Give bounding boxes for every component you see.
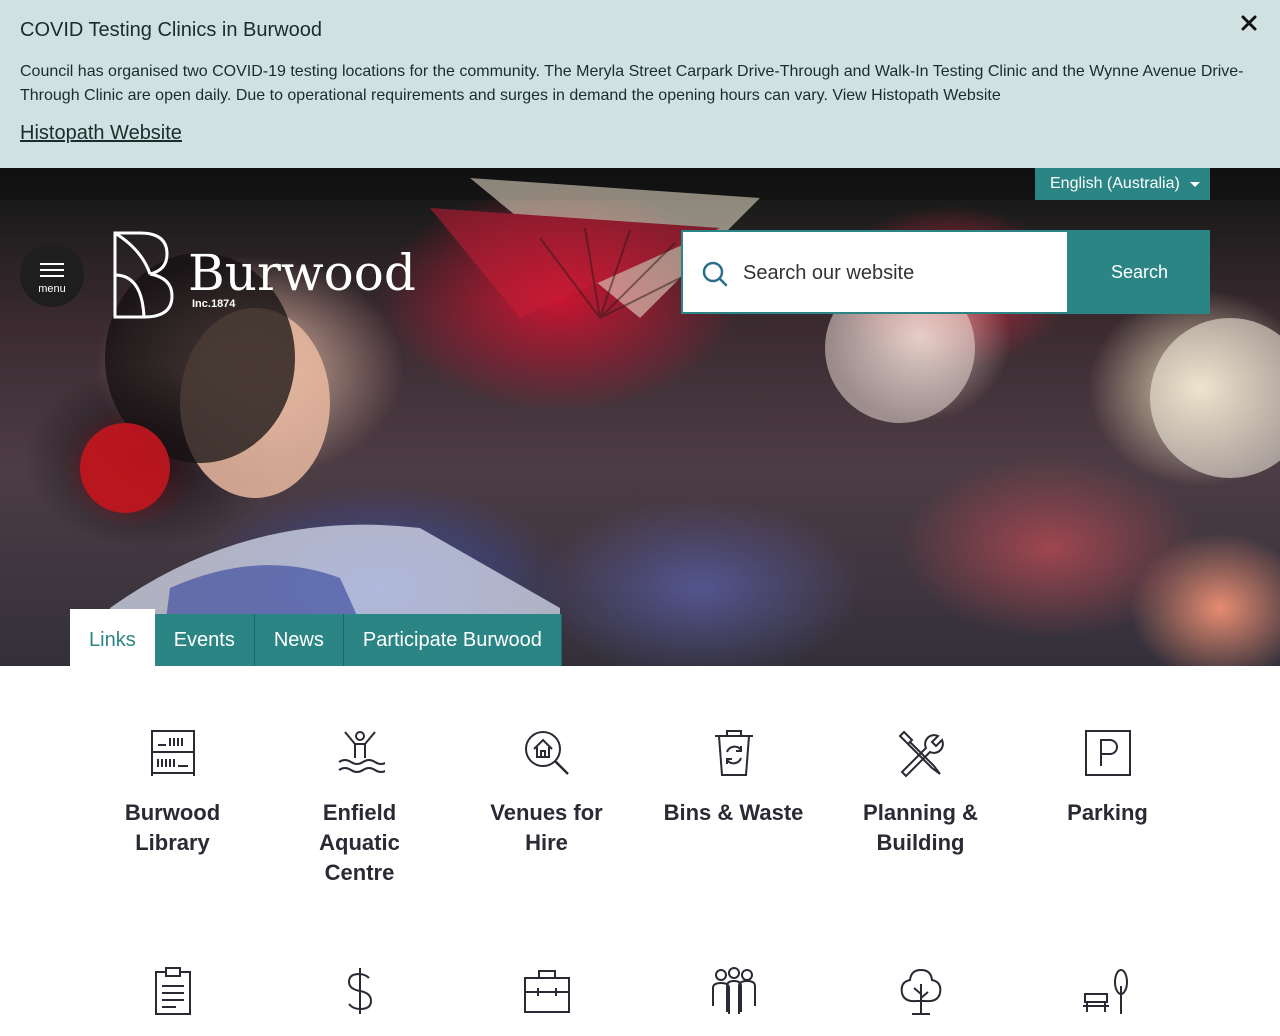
content-tabs: Links Events News Participate Burwood	[70, 609, 562, 666]
quick-link-label: Bins & Waste	[663, 800, 804, 825]
burwood-logo[interactable]: Burwood Inc.1874	[112, 230, 416, 320]
logo-incorporation: Inc.1874	[192, 298, 236, 310]
language-select[interactable]: English (Australia)	[1035, 168, 1210, 200]
search-button[interactable]: Search	[1069, 230, 1210, 314]
alert-body: Council has organised two COVID-19 testi…	[20, 63, 1244, 104]
histopath-website-link[interactable]: Histopath Website	[20, 122, 182, 145]
quick-link-enfield-aquatic-centre[interactable]: Enfield Aquatic Centre	[266, 728, 453, 888]
quick-link-parking[interactable]: Parking	[1014, 728, 1201, 828]
tab-links[interactable]: Links	[70, 609, 155, 666]
community-icon	[711, 967, 756, 1014]
tab-events[interactable]: Events	[154, 614, 255, 666]
tab-participate-burwood[interactable]: Participate Burwood	[343, 614, 562, 666]
clipboard-icon	[154, 967, 191, 1015]
park-bench-icon	[1082, 969, 1128, 1014]
hamburger-icon	[40, 263, 64, 265]
quick-link-label: Planning & Building	[863, 800, 978, 855]
quick-link-payments[interactable]	[266, 966, 453, 1036]
quick-link-label: Venues for Hire	[490, 800, 603, 855]
dollar-icon	[347, 968, 372, 1014]
hero-banner: English (Australia) menu Burwood Inc.187…	[0, 168, 1280, 666]
quick-link-label: Enfield Aquatic Centre	[319, 800, 400, 885]
quick-link-venues-for-hire[interactable]: Venues for Hire	[453, 728, 640, 858]
language-select-value: English (Australia)	[1050, 175, 1180, 192]
alert-title: COVID Testing Clinics in Burwood	[20, 19, 322, 41]
menu-label: menu	[38, 283, 66, 295]
recycle-bin-icon	[714, 730, 753, 776]
quick-link-community[interactable]	[640, 966, 827, 1036]
covid-alert-banner: COVID Testing Clinics in Burwood Council…	[0, 0, 1280, 168]
menu-button[interactable]: menu	[20, 243, 84, 307]
quick-link-planning-building[interactable]: Planning & Building	[827, 728, 1014, 858]
quick-link-business[interactable]	[453, 966, 640, 1036]
tree-icon	[900, 968, 941, 1015]
search-icon	[702, 261, 728, 287]
quick-link-clipboard[interactable]	[79, 966, 266, 1036]
search-input[interactable]	[743, 254, 1061, 292]
quick-link-parks[interactable]	[1014, 966, 1201, 1036]
close-icon[interactable]	[1238, 12, 1260, 34]
logo-wordmark: Burwood	[188, 244, 416, 302]
briefcase-icon	[523, 970, 570, 1013]
quick-link-label: Burwood Library	[124, 800, 221, 855]
search-box	[681, 230, 1069, 314]
library-icon	[150, 730, 195, 776]
quick-link-label: Parking	[1067, 800, 1148, 825]
quick-link-bins-waste[interactable]: Bins & Waste	[640, 728, 827, 828]
venue-search-icon	[524, 731, 569, 775]
burwood-b-logo-icon	[113, 231, 174, 319]
quick-link-burwood-library[interactable]: Burwood Library	[79, 728, 266, 858]
chevron-down-icon	[1190, 182, 1200, 187]
tab-news[interactable]: News	[254, 614, 344, 666]
swimmer-icon	[337, 731, 385, 773]
parking-icon	[1084, 730, 1131, 776]
site-search: Search	[681, 230, 1210, 314]
tools-icon	[898, 730, 944, 778]
quick-link-environment[interactable]	[827, 966, 1014, 1036]
